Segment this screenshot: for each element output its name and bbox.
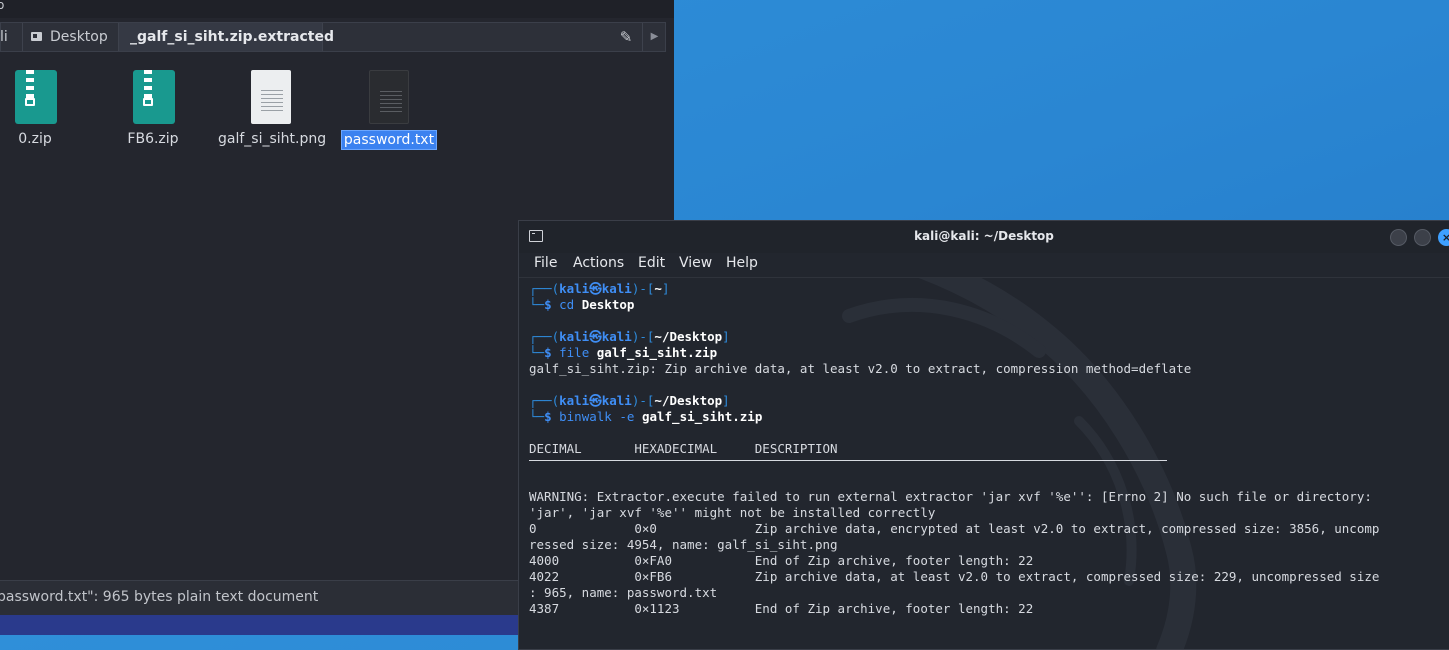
output-line: ressed size: 4954, name: galf_si_siht.pn… xyxy=(529,537,838,552)
menu-view[interactable]: View xyxy=(679,255,712,271)
maximize-button[interactable] xyxy=(1414,229,1431,246)
menu-edit[interactable]: Edit xyxy=(638,255,665,271)
terminal-output[interactable]: ┌──(kali㉿kali)-[~] └─$ cd Desktop ┌──(ka… xyxy=(529,281,1449,649)
desktop-folder-icon xyxy=(31,32,42,41)
file-name: FB6.zip xyxy=(127,131,179,147)
terminal-titlebar[interactable]: kali@kali: ~/Desktop × xyxy=(519,221,1449,253)
breadcrumb-extracted-folder[interactable]: _galf_si_siht.zip.extracted xyxy=(119,23,334,51)
output-line: 4387 0×1123 End of Zip archive, footer l… xyxy=(529,601,1034,616)
file-item-password-txt[interactable]: password.txt xyxy=(334,68,444,150)
file-item-fb6-zip[interactable]: FB6.zip xyxy=(98,68,208,148)
menu-file[interactable]: File xyxy=(534,255,557,271)
edit-location-button[interactable]: ✎ xyxy=(612,23,640,51)
file-manager-titlebar: o xyxy=(0,0,674,18)
taskbar-strip xyxy=(0,615,520,635)
close-button[interactable]: × xyxy=(1438,229,1449,246)
breadcrumb-home[interactable]: li xyxy=(0,23,23,51)
output-line: : 965, name: password.txt xyxy=(529,585,718,600)
divider xyxy=(529,460,1167,461)
output-line: 4022 0×FB6 Zip archive data, at least v2… xyxy=(529,569,1380,584)
scroll-path-right-button[interactable]: ▶ xyxy=(642,23,666,51)
command-line: └─$ binwalk -e galf_si_siht.zip xyxy=(529,409,763,424)
file-name-selected: password.txt xyxy=(340,130,438,150)
menu-actions[interactable]: Actions xyxy=(573,255,624,271)
pencil-icon: ✎ xyxy=(619,28,633,46)
output-line: 'jar', 'jar xvf '%e'' might not be insta… xyxy=(529,505,936,520)
zip-archive-icon xyxy=(131,68,175,124)
chevron-right-icon: ▶ xyxy=(650,31,659,42)
table-header: DECIMAL HEXADECIMAL DESCRIPTION xyxy=(529,441,838,456)
menu-help[interactable]: Help xyxy=(726,255,758,271)
file-name: 0.zip xyxy=(18,131,52,147)
prompt-line: ┌──(kali㉿kali)-[~/Desktop] xyxy=(529,393,730,408)
command-line: └─$ cd Desktop xyxy=(529,297,635,312)
minimize-button[interactable] xyxy=(1390,229,1407,246)
terminal-menubar: File Actions Edit View Help xyxy=(519,253,1449,278)
file-item-galf-si-siht-png[interactable]: galf_si_siht.png xyxy=(216,68,326,148)
file-item-0-zip[interactable]: 0.zip xyxy=(0,68,90,148)
terminal-title: kali@kali: ~/Desktop xyxy=(914,229,1054,243)
output-line: 4000 0×FA0 End of Zip archive, footer le… xyxy=(529,553,1034,568)
zip-archive-icon xyxy=(13,68,57,124)
output-line: WARNING: Extractor.execute failed to run… xyxy=(529,489,1372,504)
command-line: └─$ file galf_si_siht.zip xyxy=(529,345,718,360)
file-name: galf_si_siht.png xyxy=(218,131,327,147)
path-bar: li Desktop _galf_si_siht.zip.extracted ✎… xyxy=(0,22,666,52)
output-line: galf_si_siht.zip: Zip archive data, at l… xyxy=(529,361,1192,376)
breadcrumb-desktop[interactable]: Desktop xyxy=(23,23,119,51)
prompt-line: ┌──(kali㉿kali)-[~] xyxy=(529,281,670,296)
image-document-icon xyxy=(249,68,293,124)
output-line: 0 0×0 Zip archive data, encrypted at lea… xyxy=(529,521,1380,536)
terminal-window: kali@kali: ~/Desktop × File Actions Edit… xyxy=(518,220,1449,650)
prompt-line: ┌──(kali㉿kali)-[~/Desktop] xyxy=(529,329,730,344)
window-title-fragment: o xyxy=(0,0,5,12)
status-text: password.txt": 965 bytes plain text docu… xyxy=(0,589,319,605)
close-icon: × xyxy=(1442,231,1449,244)
text-document-icon xyxy=(367,68,411,124)
